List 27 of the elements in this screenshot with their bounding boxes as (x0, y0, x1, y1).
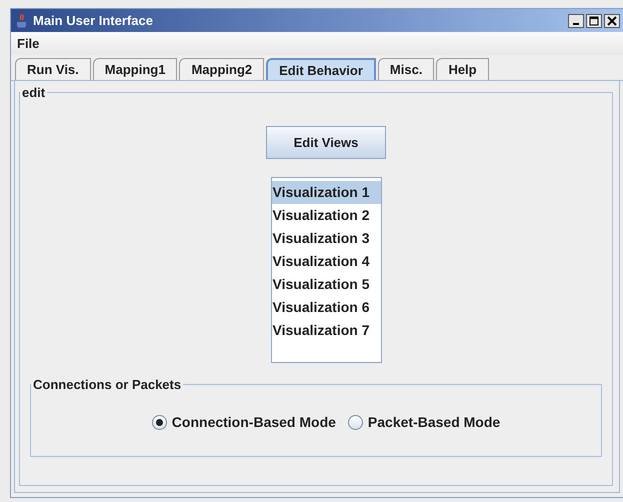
close-button[interactable] (604, 14, 620, 28)
radio-button[interactable] (348, 414, 363, 430)
radio-button[interactable] (152, 414, 167, 430)
tab[interactable]: Misc. (378, 58, 434, 80)
tab[interactable]: Mapping2 (179, 58, 264, 80)
minimize-icon (573, 22, 579, 24)
maximize-button[interactable] (586, 14, 602, 28)
minimize-button[interactable] (568, 14, 584, 28)
menu-item[interactable]: File (17, 36, 40, 51)
window-title: Main User Interface (33, 13, 153, 28)
close-icon (607, 16, 617, 26)
group-title: Connections or Packets (32, 377, 182, 392)
list-item[interactable]: Visualization 3 (272, 227, 380, 250)
tab[interactable]: Run Vis. (15, 58, 91, 80)
maximize-icon (589, 16, 599, 26)
list-item[interactable]: Visualization 1 (272, 181, 380, 204)
tab[interactable]: Mapping1 (92, 58, 178, 80)
list-item[interactable]: Visualization 7 (272, 319, 380, 342)
list-item[interactable]: Visualization 6 (272, 296, 380, 319)
tab[interactable]: Help (436, 58, 489, 80)
list-item[interactable]: Visualization 2 (272, 204, 380, 227)
cup-icon (14, 12, 30, 28)
panel-title: edit (21, 85, 46, 100)
tab[interactable]: Edit Behavior (266, 58, 376, 80)
list-item[interactable]: Visualization 5 (272, 273, 380, 296)
list-item[interactable]: Visualization 4 (272, 250, 380, 273)
edit-views-button[interactable]: Edit Views (266, 126, 386, 159)
